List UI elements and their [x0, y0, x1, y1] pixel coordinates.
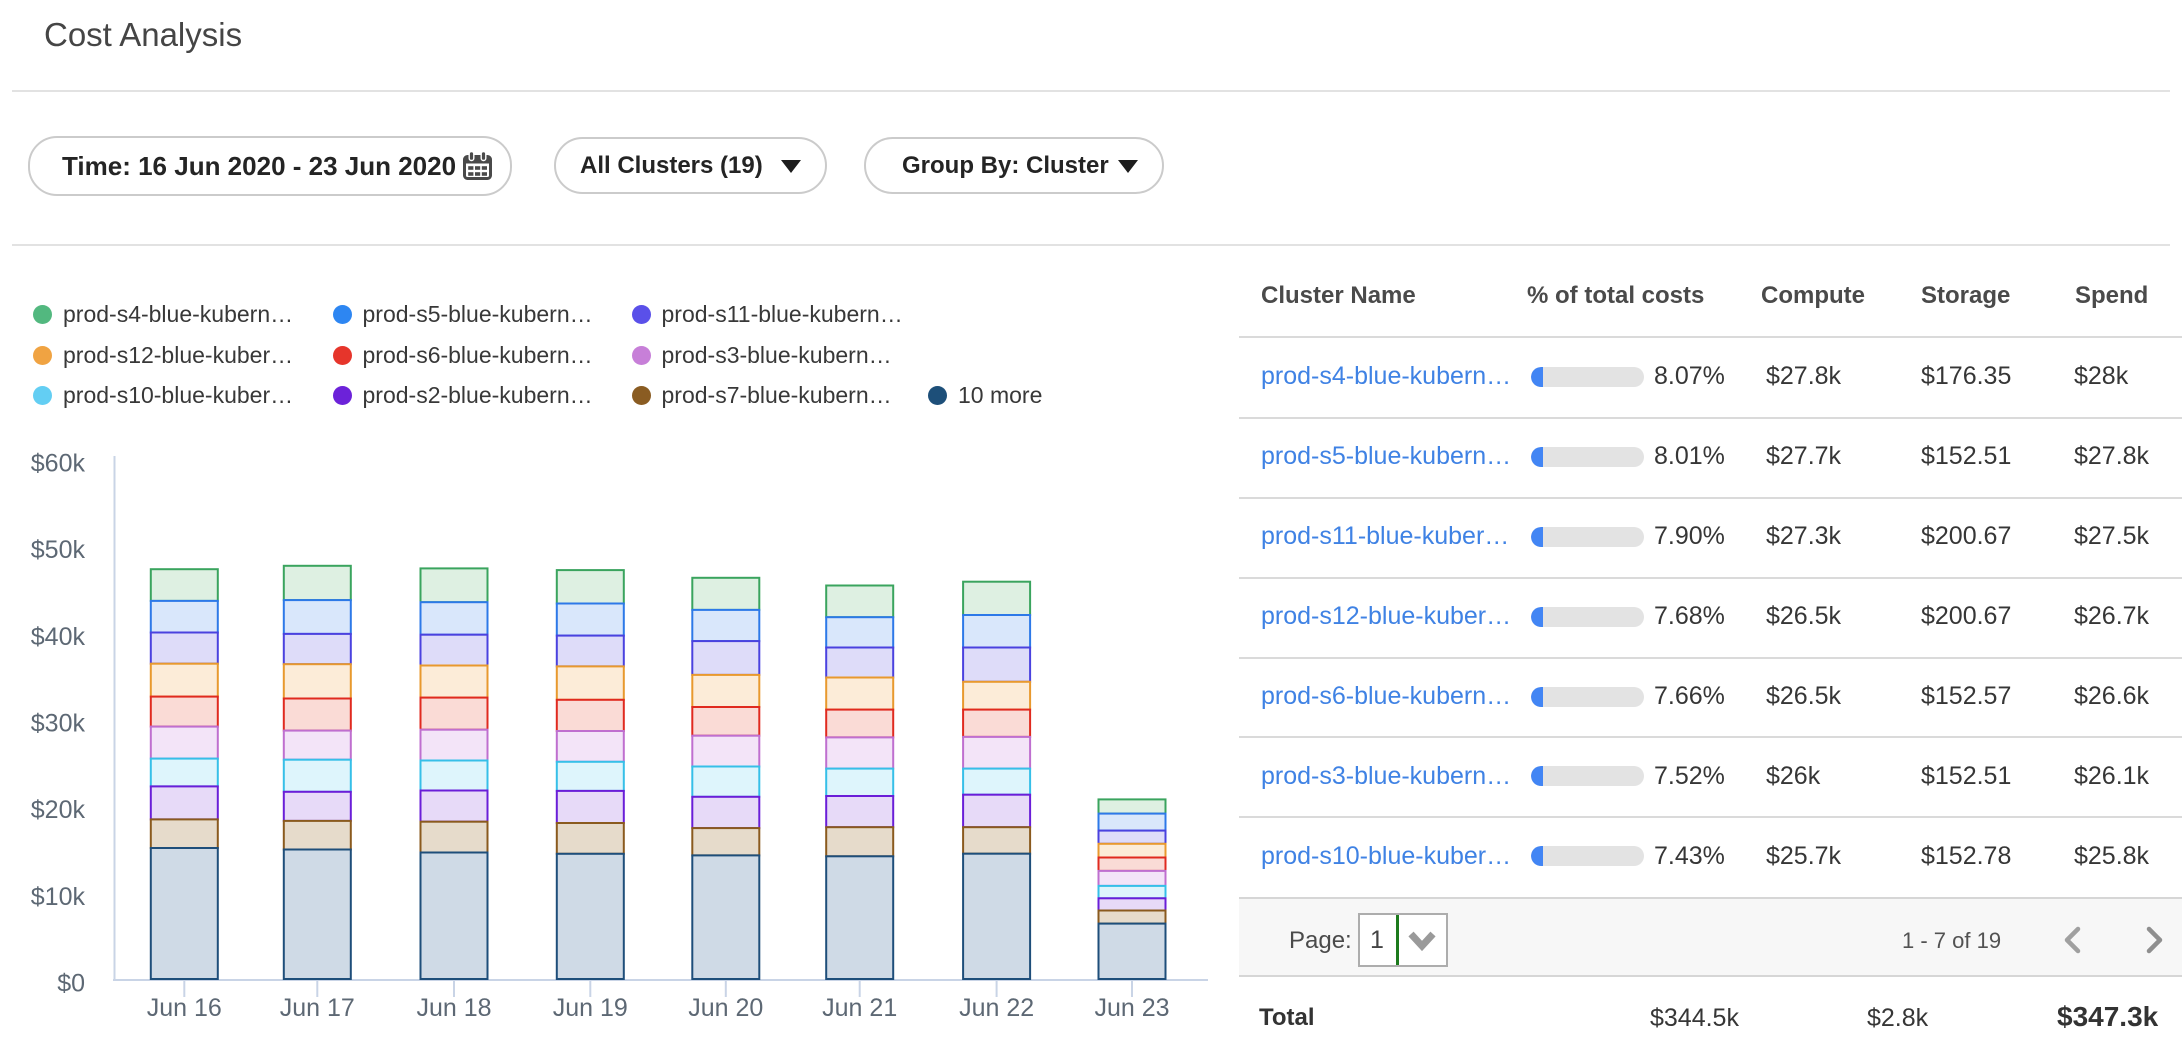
- svg-text:Jun 20: Jun 20: [688, 994, 763, 1022]
- svg-text:$20k: $20k: [31, 796, 86, 824]
- svg-text:Jun 17: Jun 17: [280, 994, 355, 1022]
- svg-text:Jun 19: Jun 19: [553, 994, 628, 1022]
- svg-text:Jun 16: Jun 16: [147, 994, 222, 1022]
- svg-text:$0: $0: [57, 970, 85, 998]
- svg-text:$60k: $60k: [31, 450, 86, 478]
- svg-text:Jun 23: Jun 23: [1094, 994, 1169, 1022]
- svg-text:Jun 22: Jun 22: [959, 994, 1034, 1022]
- svg-text:$50k: $50k: [31, 536, 86, 564]
- svg-text:$40k: $40k: [31, 623, 86, 651]
- svg-text:$30k: $30k: [31, 710, 86, 738]
- svg-text:Jun 21: Jun 21: [822, 994, 897, 1022]
- svg-text:$10k: $10k: [31, 883, 86, 911]
- svg-text:Jun 18: Jun 18: [416, 994, 491, 1022]
